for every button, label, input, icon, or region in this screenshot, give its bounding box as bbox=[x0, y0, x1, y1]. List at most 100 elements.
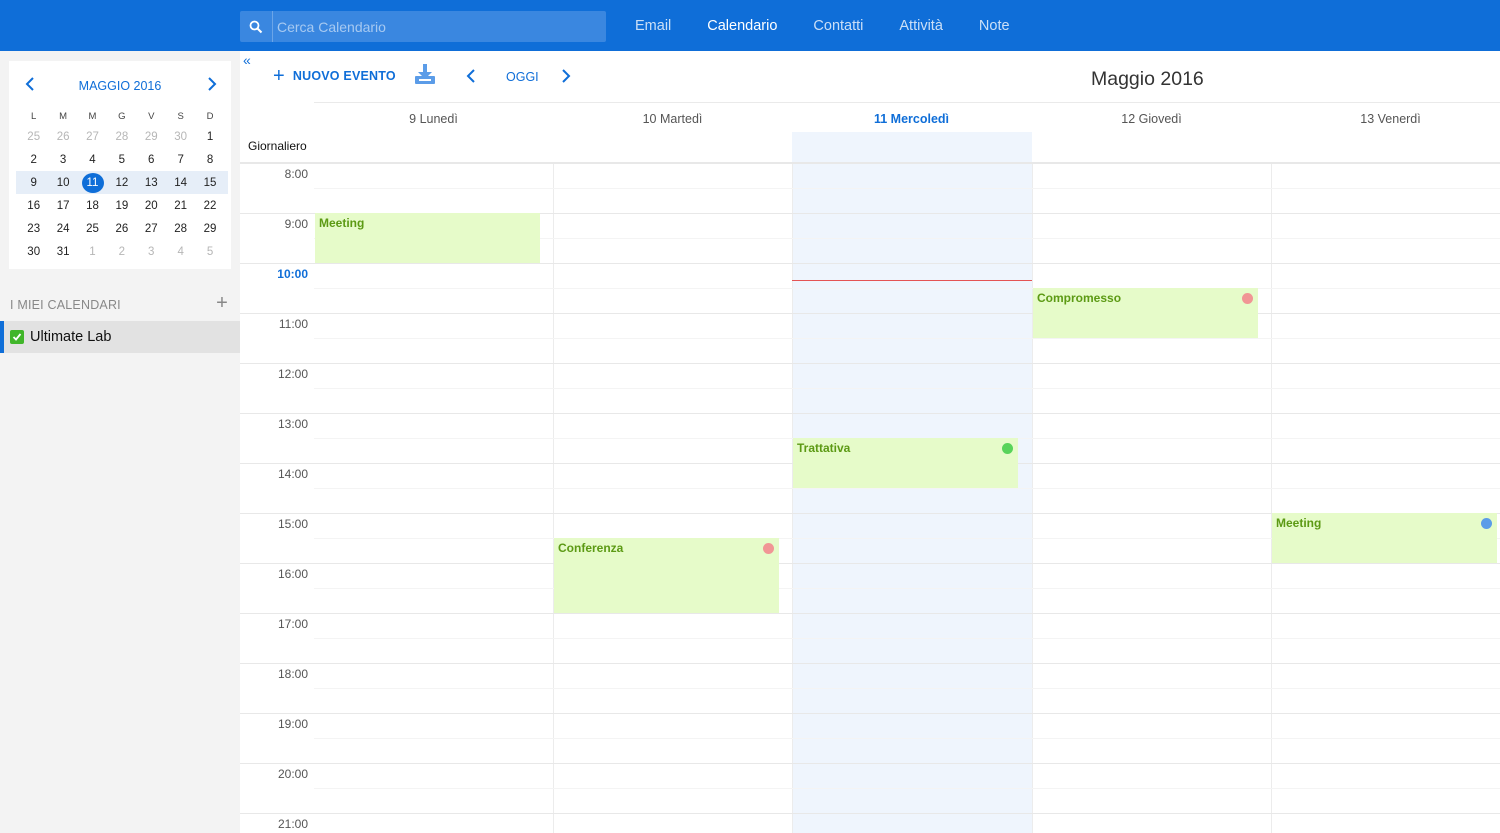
nav-email[interactable]: Email bbox=[635, 18, 671, 34]
mini-calendar-day[interactable]: 22 bbox=[195, 200, 224, 212]
prev-week-button[interactable] bbox=[466, 68, 480, 84]
mini-calendar-day[interactable]: 30 bbox=[19, 246, 48, 258]
time-label: 11:00 bbox=[278, 317, 308, 331]
hour-line bbox=[240, 713, 1500, 714]
search-icon bbox=[240, 11, 272, 42]
hour-line bbox=[240, 663, 1500, 664]
mini-calendar-day[interactable]: 23 bbox=[19, 223, 48, 235]
mini-calendar-day[interactable]: 30 bbox=[166, 131, 195, 143]
day-header[interactable]: 10 Martedì bbox=[553, 103, 792, 133]
mini-calendar-day[interactable]: 20 bbox=[137, 200, 166, 212]
mini-calendar-day[interactable]: 26 bbox=[107, 223, 136, 235]
calendar-item-ultimate-lab[interactable]: Ultimate Lab bbox=[0, 321, 240, 353]
event-trattativa[interactable]: Trattativa bbox=[793, 438, 1018, 488]
mini-calendar-day[interactable]: 27 bbox=[137, 223, 166, 235]
search-input[interactable] bbox=[272, 11, 606, 42]
mini-calendar-day[interactable]: 27 bbox=[78, 131, 107, 143]
mini-calendar-day[interactable]: 21 bbox=[166, 200, 195, 212]
time-label: 21:00 bbox=[277, 817, 308, 831]
mini-calendar-day[interactable]: 4 bbox=[78, 154, 107, 166]
time-label: 13:00 bbox=[277, 417, 308, 431]
mini-calendar-day[interactable]: 15 bbox=[195, 177, 224, 189]
mini-calendar-day[interactable]: 13 bbox=[137, 177, 166, 189]
day-header[interactable]: 12 Giovedì bbox=[1032, 103, 1271, 133]
week-row: 23 24 25 26 27 28 29 bbox=[19, 217, 225, 240]
hour-line bbox=[240, 413, 1500, 414]
chevron-left-icon bbox=[25, 77, 34, 91]
mini-calendar-day[interactable]: 3 bbox=[48, 154, 77, 166]
mini-calendar-day[interactable]: 16 bbox=[19, 200, 48, 212]
mini-calendar-day[interactable]: 3 bbox=[137, 246, 166, 258]
time-label: 18:00 bbox=[277, 667, 308, 681]
nav-calendario[interactable]: Calendario bbox=[707, 18, 777, 34]
collapse-sidebar-icon[interactable]: « bbox=[243, 53, 257, 68]
half-hour-line bbox=[314, 188, 1500, 189]
hour-line bbox=[240, 163, 1500, 164]
day-headers: 9 Lunedì 10 Martedì 11 Mercoledì 12 Giovedì… bbox=[314, 102, 1500, 132]
mini-calendar-day[interactable]: 17 bbox=[48, 200, 77, 212]
mini-calendar-day[interactable]: 6 bbox=[137, 154, 166, 166]
mini-calendar-day[interactable]: 31 bbox=[48, 246, 77, 258]
mini-calendar-day[interactable]: 19 bbox=[107, 200, 136, 212]
nav-attivita[interactable]: Attività bbox=[899, 18, 943, 34]
mini-calendar-day[interactable]: 1 bbox=[195, 131, 224, 143]
download-icon[interactable] bbox=[414, 63, 436, 87]
event-meeting[interactable]: Meeting bbox=[1272, 513, 1497, 563]
mini-calendar-day[interactable]: 25 bbox=[19, 131, 48, 143]
half-hour-line bbox=[314, 738, 1500, 739]
mini-calendar-today[interactable]: 11 bbox=[78, 172, 107, 193]
day-header[interactable]: 11 Mercoledì bbox=[792, 103, 1031, 133]
main-nav: Email Calendario Contatti Attività Note bbox=[635, 0, 1046, 51]
current-time-line bbox=[792, 279, 1032, 281]
weekday-label: V bbox=[148, 110, 155, 122]
mini-calendar-day[interactable]: 2 bbox=[107, 246, 136, 258]
day-header[interactable]: 9 Lunedì bbox=[314, 103, 553, 133]
mini-calendar-day[interactable]: 28 bbox=[166, 223, 195, 235]
day-header[interactable]: 13 Venerdì bbox=[1271, 103, 1500, 133]
search-box[interactable] bbox=[240, 11, 606, 42]
today-button[interactable]: OGGI bbox=[506, 70, 539, 84]
mini-calendar-day[interactable]: 5 bbox=[107, 154, 136, 166]
mini-calendar-day[interactable]: 7 bbox=[166, 154, 195, 166]
next-week-button[interactable] bbox=[561, 68, 575, 84]
mini-calendar-day[interactable]: 24 bbox=[48, 223, 77, 235]
mini-calendar-day[interactable]: 29 bbox=[195, 223, 224, 235]
mini-calendar-day[interactable]: 1 bbox=[78, 246, 107, 258]
mini-calendar-day[interactable]: 14 bbox=[166, 177, 195, 189]
mini-calendar-day[interactable]: 12 bbox=[107, 177, 136, 189]
time-label: 16:00 bbox=[277, 567, 308, 581]
checkbox-checked-icon[interactable] bbox=[10, 330, 24, 344]
calendar-main: « + NUOVO EVENTO OGGI Maggio 2016 9 Lune… bbox=[240, 51, 1500, 833]
mini-calendar-day[interactable]: 5 bbox=[195, 246, 224, 258]
allday-label: Giornaliero bbox=[248, 139, 307, 153]
event-compromesso[interactable]: Compromesso bbox=[1033, 288, 1258, 338]
new-event-button[interactable]: + NUOVO EVENTO bbox=[273, 66, 396, 86]
calendar-item-label: Ultimate Lab bbox=[30, 329, 112, 345]
mini-calendar-day[interactable]: 9 bbox=[19, 177, 48, 189]
mini-calendar-day[interactable]: 4 bbox=[166, 246, 195, 258]
event-conferenza[interactable]: Conferenza bbox=[554, 538, 779, 613]
prev-month-button[interactable] bbox=[21, 75, 39, 93]
mini-calendar-day[interactable]: 26 bbox=[48, 131, 77, 143]
allday-row[interactable] bbox=[240, 132, 1500, 163]
next-month-button[interactable] bbox=[203, 75, 221, 93]
weekday-label: G bbox=[118, 110, 126, 122]
mini-calendar-day[interactable]: 18 bbox=[78, 200, 107, 212]
half-hour-line bbox=[314, 588, 1500, 589]
weekday-label: D bbox=[206, 110, 214, 122]
nav-note[interactable]: Note bbox=[979, 18, 1010, 34]
mini-calendar-day[interactable]: 10 bbox=[48, 177, 77, 189]
mini-calendar-day[interactable]: 25 bbox=[78, 223, 107, 235]
week-row: 16 17 18 19 20 21 22 bbox=[19, 194, 225, 217]
add-calendar-button[interactable]: + bbox=[212, 293, 232, 313]
weekday-label: M bbox=[88, 110, 97, 122]
half-hour-line bbox=[314, 338, 1500, 339]
hour-line bbox=[240, 813, 1500, 814]
mini-calendar-day[interactable]: 28 bbox=[107, 131, 136, 143]
mini-calendar-day[interactable]: 29 bbox=[137, 131, 166, 143]
event-meeting[interactable]: Meeting bbox=[315, 213, 540, 263]
event-title: Compromesso bbox=[1037, 291, 1122, 305]
mini-calendar-day[interactable]: 8 bbox=[195, 154, 224, 166]
nav-contatti[interactable]: Contatti bbox=[813, 18, 863, 34]
mini-calendar-day[interactable]: 2 bbox=[19, 154, 48, 166]
